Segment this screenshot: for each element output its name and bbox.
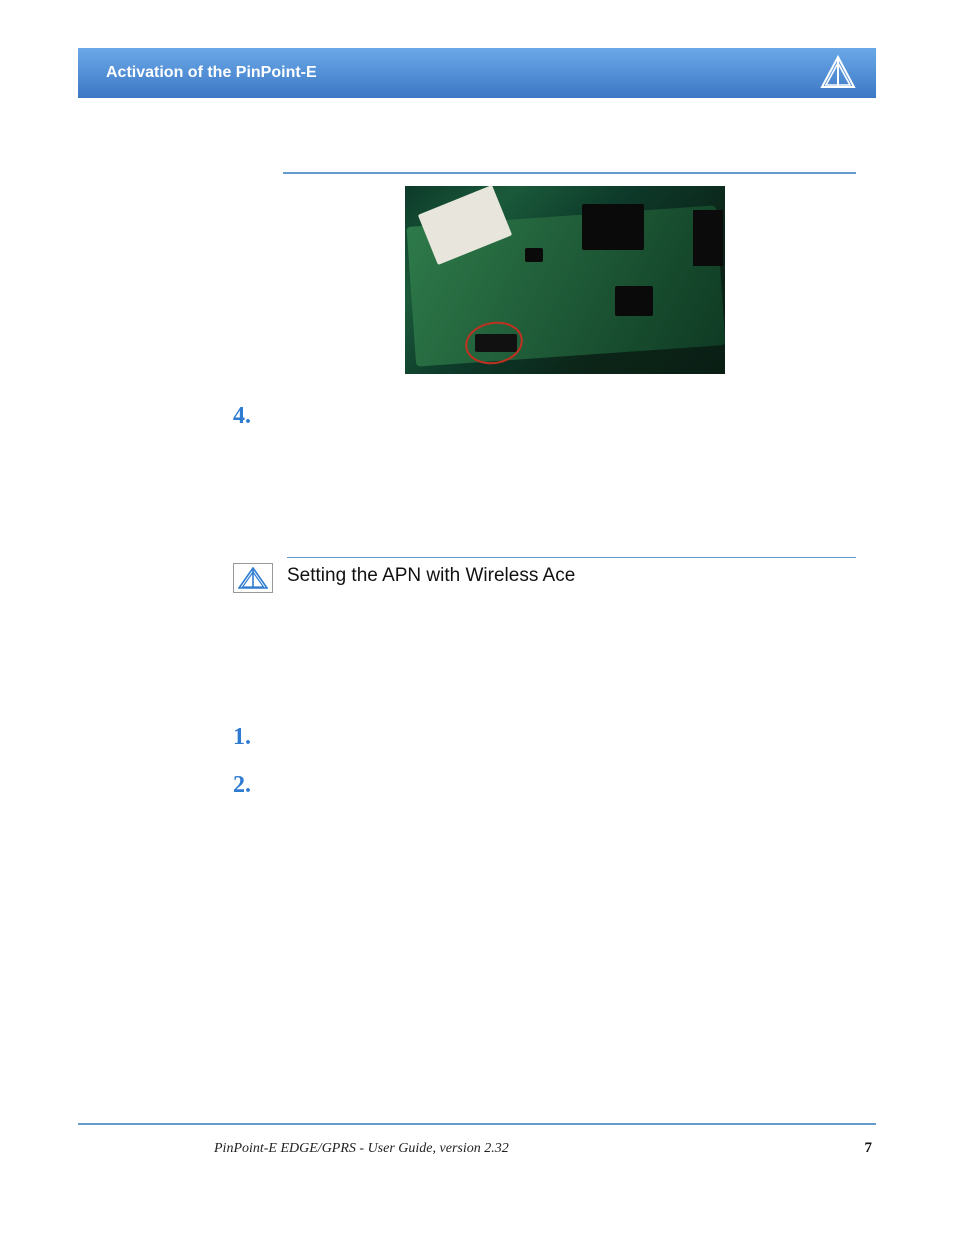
footer-page-number: 7 [865,1140,873,1157]
section-title: Setting the APN with Wireless Ace [287,565,575,587]
step-1-number: 1. [233,724,251,751]
brand-logo-icon [820,55,856,91]
step-2-number: 2. [233,772,251,799]
mountain-icon [233,563,273,593]
section-underline [287,557,856,558]
board-photo [405,186,725,374]
header-title: Activation of the PinPoint-E [106,64,317,82]
step-4-text: Replace the cover and the screws to secu… [283,403,854,471]
step-4-number: 4. [233,403,251,430]
step-2-text: Start Wireless Ace: Start > All Programs… [283,772,854,819]
top-divider [283,172,856,174]
footer-doc-title: PinPoint-E EDGE/GPRS - User Guide, versi… [214,1141,509,1157]
section-intro: To configure the APN in the modem, you w… [283,616,854,686]
footer-divider [78,1123,876,1125]
page-header: Activation of the PinPoint-E [78,48,876,98]
step-1-text: Connect the modem directly to your compu… [283,724,854,771]
